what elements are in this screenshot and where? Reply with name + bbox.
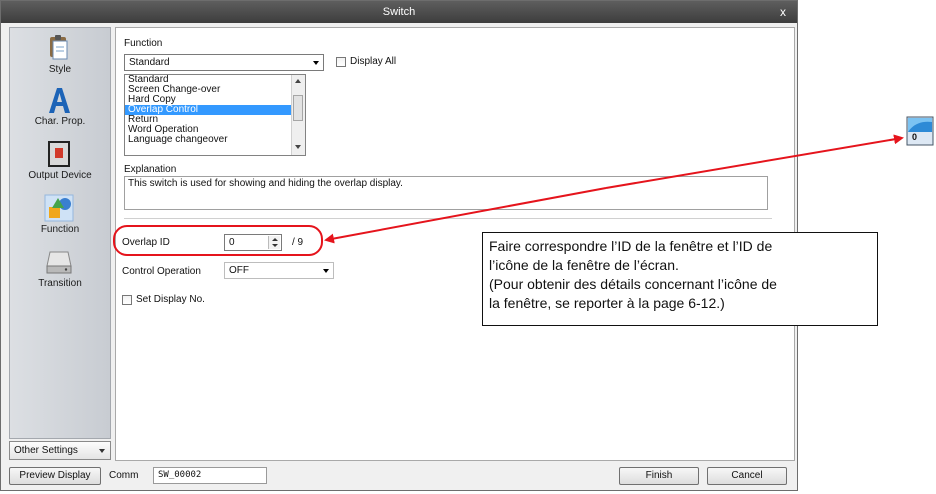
sidebar-item-label: Char. Prop. xyxy=(34,116,86,127)
explanation-text: This switch is used for showing and hidi… xyxy=(124,176,768,210)
explanation-label: Explanation xyxy=(124,164,177,175)
overlap-id-max: / 9 xyxy=(292,237,304,248)
annotation-line: l’icône de la fenêtre de l’écran. xyxy=(489,257,679,273)
sidebar-item-label: Style xyxy=(48,64,72,75)
comm-input[interactable]: SW_00002 xyxy=(153,467,267,484)
letter-a-icon xyxy=(49,88,70,113)
list-scrollbar[interactable] xyxy=(291,75,305,155)
clipboard-icon xyxy=(50,35,68,60)
scroll-up-icon[interactable] xyxy=(295,79,301,83)
chevron-down-icon xyxy=(313,61,319,65)
function-select-value: Standard xyxy=(129,57,170,68)
close-icon[interactable]: x xyxy=(775,1,791,23)
dialog-title: Switch xyxy=(382,6,416,18)
sidebar: Style Char. Prop. Output Device Function xyxy=(9,27,111,439)
annotation-callout: Faire correspondre l’ID de la fenêtre et… xyxy=(482,232,878,326)
set-display-no-label: Set Display No. xyxy=(136,294,205,305)
scroll-down-icon[interactable] xyxy=(295,145,301,149)
lamp-device-icon xyxy=(48,141,70,167)
function-label: Function xyxy=(124,38,163,49)
function-list[interactable]: Standard Screen Change-over Hard Copy Ov… xyxy=(124,74,306,156)
comm-label: Comm xyxy=(109,470,139,481)
shapes-icon xyxy=(44,194,74,222)
annotation-line: (Pour obtenir des détails concernant l’i… xyxy=(489,276,777,292)
list-item[interactable]: Language changeover xyxy=(125,135,305,145)
display-all-label: Display All xyxy=(350,56,397,67)
bottom-bar: Preview Display Comm SW_00002 Finish Can… xyxy=(9,465,795,487)
sidebar-item-label: Function xyxy=(40,224,80,235)
sidebar-item-transition[interactable]: Transition xyxy=(10,246,110,296)
preview-display-button[interactable]: Preview Display xyxy=(9,467,101,485)
other-settings-label: Other Settings xyxy=(14,445,78,456)
other-settings-button[interactable]: Other Settings xyxy=(9,441,111,460)
display-all-checkbox[interactable] xyxy=(336,57,346,67)
divider xyxy=(124,218,772,219)
overlap-id-input[interactable]: 0 xyxy=(224,234,282,251)
spinner[interactable] xyxy=(268,236,280,249)
function-select[interactable]: Standard xyxy=(124,54,324,71)
sidebar-item-label: Output Device xyxy=(28,170,92,181)
sidebar-item-char-prop[interactable]: Char. Prop. xyxy=(10,84,110,134)
sidebar-item-output-device[interactable]: Output Device xyxy=(10,138,110,188)
control-operation-select[interactable]: OFF xyxy=(224,262,334,279)
control-operation-label: Control Operation xyxy=(122,266,201,277)
chevron-down-icon xyxy=(99,449,105,453)
sidebar-item-label: Transition xyxy=(38,278,82,289)
cancel-button[interactable]: Cancel xyxy=(707,467,787,485)
window-icon: 0 xyxy=(906,116,934,146)
overlap-id-value: 0 xyxy=(229,237,235,248)
title-bar: Switch x xyxy=(1,1,797,23)
scroll-thumb[interactable] xyxy=(293,95,303,121)
window-screen-icon xyxy=(906,116,934,146)
overlap-id-label: Overlap ID xyxy=(122,237,170,248)
set-display-no-checkbox[interactable] xyxy=(122,295,132,305)
drive-icon xyxy=(46,251,72,274)
finish-button[interactable]: Finish xyxy=(619,467,699,485)
annotation-line: Faire correspondre l’ID de la fenêtre et… xyxy=(489,238,773,254)
annotation-line: la fenêtre, se reporter à la page 6-12.) xyxy=(489,295,725,311)
chevron-down-icon xyxy=(323,269,329,273)
sidebar-item-style[interactable]: Style xyxy=(10,32,110,82)
control-operation-value: OFF xyxy=(229,265,249,276)
sidebar-item-function[interactable]: Function xyxy=(10,192,110,242)
window-icon-digit: 0 xyxy=(912,132,918,142)
